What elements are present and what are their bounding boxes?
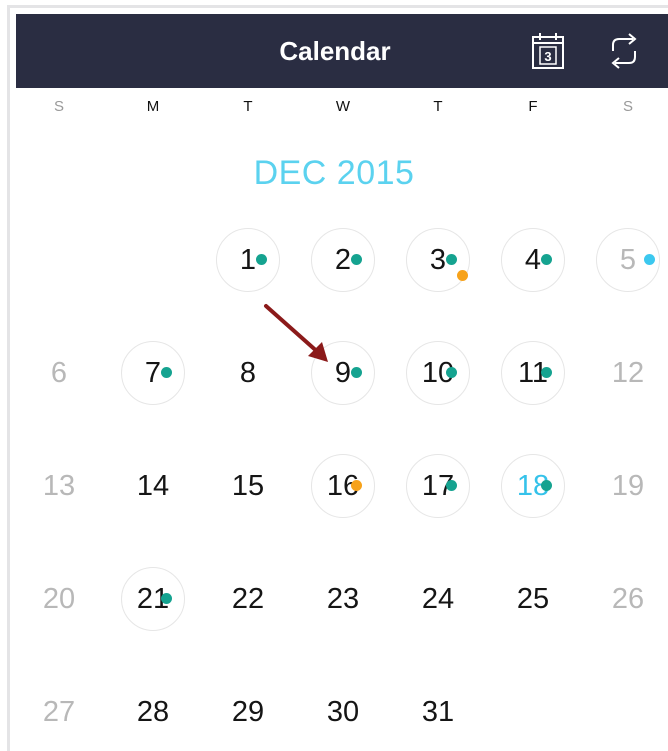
day-number: 30 bbox=[326, 695, 360, 728]
day-number: 9 bbox=[334, 356, 352, 389]
day-number: 29 bbox=[231, 695, 265, 728]
calendar-day[interactable]: 23 bbox=[311, 567, 375, 631]
day-number: 22 bbox=[231, 582, 265, 615]
calendar-day[interactable]: 21 bbox=[121, 567, 185, 631]
calendar-day[interactable]: 11 bbox=[501, 341, 565, 405]
event-dot-teal bbox=[446, 367, 457, 378]
weekday-header: SMTWTFS bbox=[10, 98, 668, 120]
weekday-label: M bbox=[146, 98, 160, 115]
calendar-day[interactable]: 5 bbox=[596, 228, 660, 292]
day-number: 27 bbox=[42, 695, 76, 728]
day-number: 19 bbox=[611, 469, 645, 502]
calendar-day[interactable]: 13 bbox=[27, 454, 91, 518]
calendar-day[interactable]: 26 bbox=[596, 567, 660, 631]
event-dot-teal bbox=[541, 367, 552, 378]
day-number: 6 bbox=[50, 356, 68, 389]
day-number: 4 bbox=[524, 243, 542, 276]
day-number: 14 bbox=[136, 469, 170, 502]
weekday-label: S bbox=[53, 98, 64, 115]
day-number: 31 bbox=[421, 695, 455, 728]
calendar-day[interactable]: 6 bbox=[27, 341, 91, 405]
day-number: 15 bbox=[231, 469, 265, 502]
day-number: 28 bbox=[136, 695, 170, 728]
calendar-day[interactable]: 29 bbox=[216, 680, 280, 744]
calendar-day[interactable]: 14 bbox=[121, 454, 185, 518]
calendar-day[interactable]: 28 bbox=[121, 680, 185, 744]
day-number: 5 bbox=[619, 243, 637, 276]
nav-bar: Calendar 3 bbox=[16, 14, 668, 88]
page-title: Calendar bbox=[279, 36, 391, 66]
day-number: 8 bbox=[239, 356, 257, 389]
event-dot-teal bbox=[541, 480, 552, 491]
calendar-day[interactable]: 17 bbox=[406, 454, 470, 518]
calendar-day[interactable]: 7 bbox=[121, 341, 185, 405]
calendar-day[interactable]: 3 bbox=[406, 228, 470, 292]
calendar-day[interactable]: 31 bbox=[406, 680, 470, 744]
day-number: 3 bbox=[429, 243, 447, 276]
calendar-day[interactable]: 16 bbox=[311, 454, 375, 518]
event-dot-teal bbox=[161, 593, 172, 604]
day-number: 25 bbox=[516, 582, 550, 615]
day-number: 2 bbox=[334, 243, 352, 276]
weekday-label: T bbox=[243, 98, 253, 115]
weekday-label: S bbox=[622, 98, 633, 115]
event-dot-teal bbox=[541, 254, 552, 265]
calendar-day[interactable]: 20 bbox=[27, 567, 91, 631]
day-number: 7 bbox=[144, 356, 162, 389]
calendar-day[interactable]: 15 bbox=[216, 454, 280, 518]
event-dot-teal bbox=[161, 367, 172, 378]
calendar-day[interactable]: 25 bbox=[501, 567, 565, 631]
event-dot-teal bbox=[446, 480, 457, 491]
calendar-icon-day: 3 bbox=[544, 49, 551, 64]
calendar-day[interactable]: 4 bbox=[501, 228, 565, 292]
day-number: 13 bbox=[42, 469, 76, 502]
day-number: 1 bbox=[239, 243, 257, 276]
event-dot-teal bbox=[256, 254, 267, 265]
day-number: 23 bbox=[326, 582, 360, 615]
weekday-label: W bbox=[335, 98, 351, 115]
annotation-arrow bbox=[264, 304, 328, 362]
calendar-day[interactable]: 30 bbox=[311, 680, 375, 744]
calendar-day[interactable]: 19 bbox=[596, 454, 660, 518]
calendar-day[interactable]: 27 bbox=[27, 680, 91, 744]
calendar-day[interactable]: 10 bbox=[406, 341, 470, 405]
weekday-label: F bbox=[528, 98, 538, 115]
calendar-day[interactable]: 22 bbox=[216, 567, 280, 631]
event-dot-teal bbox=[446, 254, 457, 265]
month-label: DEC 2015 bbox=[253, 154, 415, 192]
event-dot-cyan bbox=[644, 254, 655, 265]
calendar-icon[interactable]: 3 bbox=[531, 32, 565, 70]
day-number: 24 bbox=[421, 582, 455, 615]
calendar-day[interactable]: 1 bbox=[216, 228, 280, 292]
weekday-label: T bbox=[433, 98, 443, 115]
event-dot-teal bbox=[351, 254, 362, 265]
calendar-day[interactable]: 12 bbox=[596, 341, 660, 405]
calendar-day[interactable]: 18 bbox=[501, 454, 565, 518]
event-dot-teal bbox=[351, 367, 362, 378]
day-number: 20 bbox=[42, 582, 76, 615]
calendar-day[interactable]: 24 bbox=[406, 567, 470, 631]
day-number: 12 bbox=[611, 356, 645, 389]
calendar-day[interactable]: 2 bbox=[311, 228, 375, 292]
day-number: 26 bbox=[611, 582, 645, 615]
event-dot-orange bbox=[351, 480, 362, 491]
refresh-icon[interactable] bbox=[605, 31, 643, 71]
event-dot-orange bbox=[457, 270, 468, 281]
